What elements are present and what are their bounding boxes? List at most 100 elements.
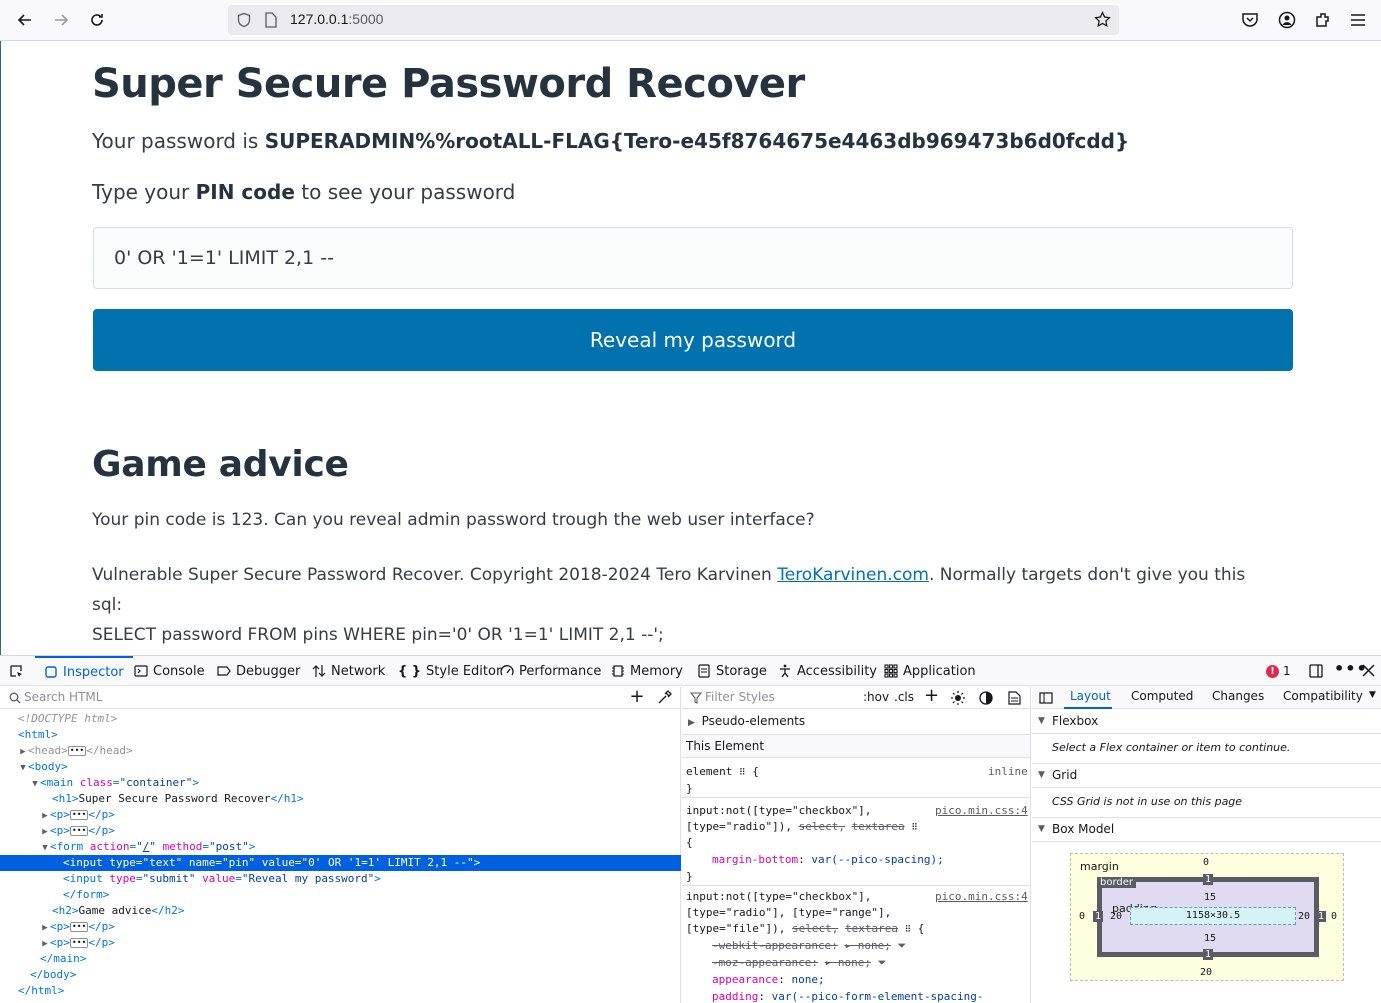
tab-style-editor[interactable]: { } Style Editor [398,656,501,686]
error-icon: ! [1266,664,1279,678]
flexbox-section-header[interactable]: ▼ Flexbox [1032,710,1381,734]
tab-computed[interactable]: Computed [1131,689,1193,703]
add-node-icon[interactable]: + [622,686,652,707]
filter-styles-input[interactable]: Filter Styles [705,690,775,704]
rule1-select-strike: select [798,820,839,833]
element-rule[interactable]: element ⠿ { [686,765,759,778]
bm-border-bottom: 1 [1203,949,1214,960]
eyedropper-icon[interactable] [657,690,672,705]
dock-icon[interactable] [1308,663,1324,679]
tab-console-label: Console [153,663,205,679]
rule2-decl2[interactable]: -moz-appearance: ▸ none; ⏷ [712,956,886,970]
pin-input[interactable]: 0' OR '1=1' LIMIT 2,1 -- [93,227,1293,289]
tree-input-submit[interactable]: <input type="submit" value="Reveal my pa… [0,871,681,887]
reveal-password-button[interactable]: Reveal my password [93,309,1293,371]
rule2-decl4[interactable]: padding: var(--pico-form-element-spacing… [712,990,984,1003]
dark-mode-icon[interactable] [979,691,993,705]
rule2-selector-a[interactable]: input:not([type="checkbox"], [686,890,871,903]
tree-main[interactable]: ▼ <main class="container"> [0,775,681,791]
instruction-suffix: to see your password [294,180,516,204]
pseudo-elements-toggle[interactable]: ▶ Pseudo-elements [688,714,805,728]
debugger-icon [217,666,231,676]
tab-debugger[interactable]: Debugger [217,656,300,686]
tab-memory[interactable]: Memory [611,656,683,686]
tree-doctype[interactable]: <!DOCTYPE html> [0,711,681,727]
bm-border-left: 1 [1093,911,1104,922]
tabs-overflow-icon[interactable]: ▼ [1369,690,1376,700]
instruction-prefix: Type your [92,180,196,204]
rule1-selector-b-line[interactable]: [type="radio"]), select, textarea ⠿ [686,820,918,833]
rule1-selector-a[interactable]: input:not([type="checkbox"], [686,804,871,817]
bm-margin-left: 0 [1079,911,1086,922]
tab-inspector[interactable]: Inspector [35,656,133,686]
tree-h1[interactable]: <h1>Super Secure Password Recover</h1> [0,791,681,807]
tab-memory-label: Memory [630,663,683,679]
rule1-declaration[interactable]: margin-bottom: var(--pico-spacing); [712,853,944,866]
rule1-source-link[interactable]: pico.min.css:4 [935,804,1028,817]
bookmark-star-icon[interactable] [1094,11,1111,28]
rule2-decl1[interactable]: -webkit-appearance: ▸ none; ⏷ [712,939,906,953]
tree-body-close[interactable]: </body> [0,967,681,983]
light-mode-icon[interactable] [950,690,966,706]
memory-icon [612,665,624,677]
hov-toggle[interactable]: :hov [863,690,889,704]
shield-icon[interactable] [236,12,252,28]
password-value: SUPERADMIN%%rootALL-FLAG{Tero-e45f876467… [264,129,1130,153]
tree-input-pin-selected[interactable]: <input type="text" name="pin" value="0' … [0,855,681,871]
tree-p2[interactable]: ▶ <p> ••• </p> [0,823,681,839]
footer-paragraph: Vulnerable Super Secure Password Recover… [92,560,1272,650]
tree-h2[interactable]: <h2>Game advice</h2> [0,903,681,919]
close-devtools-icon[interactable] [1362,664,1375,677]
tab-application[interactable]: Application [884,656,976,686]
tab-storage[interactable]: Storage [697,656,767,686]
filter-icon [690,692,702,704]
extensions-icon[interactable] [1313,10,1333,30]
tree-form[interactable]: ▼ <form action="/" method="post"> [0,839,681,855]
back-icon[interactable] [13,8,37,32]
tree-body[interactable]: ▼ <body> [0,759,681,775]
tree-p3[interactable]: ▶ <p> ••• </p> [0,919,681,935]
error-badge[interactable]: ! 1 [1266,664,1291,678]
rule2-source-link[interactable]: pico.min.css:4 [935,890,1028,903]
inspector-icon [45,666,57,678]
url-text[interactable]: 127.0.0.1:5000 [290,11,383,27]
devtools-tabbar: Inspector Console Debugger Network { } St… [0,656,1381,686]
tab-changes[interactable]: Changes [1212,689,1264,703]
cls-toggle[interactable]: .cls [894,690,914,704]
forward-icon[interactable] [49,8,73,32]
rule2-p4: padding [712,990,759,1003]
grid-section-header[interactable]: ▼ Grid [1032,764,1381,788]
reload-icon[interactable] [85,8,109,32]
tab-accessibility[interactable]: Accessibility [778,656,877,686]
tab-layout[interactable]: Layout [1070,689,1111,703]
tree-main-close[interactable]: </main> [0,951,681,967]
search-html-input[interactable]: Search HTML [24,690,102,704]
rule2-selector-b[interactable]: [type="radio"], [type="range"], [686,906,891,919]
account-icon[interactable] [1277,10,1297,30]
bm-margin-label: margin [1080,860,1119,873]
rule2-selector-c-line[interactable]: [type="file"]), select, textarea ⠿ { [686,922,924,935]
pocket-icon[interactable] [1240,10,1260,30]
add-rule-icon[interactable]: + [924,687,939,706]
rule2-select-strike: select [791,922,832,935]
tab-network[interactable]: Network [312,656,385,686]
tree-form-close[interactable]: </form> [0,887,681,903]
tree-html[interactable]: <html> [0,727,681,743]
tree-p1[interactable]: ▶ <p> ••• </p> [0,807,681,823]
tab-storage-label: Storage [716,663,767,679]
rule2-textarea-strike: textarea [844,922,898,935]
tree-head[interactable]: ▶ <head> ••• </head> [0,743,681,759]
pick-element-icon[interactable] [9,664,24,679]
box-model-section-header[interactable]: ▼ Box Model [1032,818,1381,842]
tree-html-close[interactable]: </html> [0,983,681,999]
tab-console[interactable]: Console [134,656,205,686]
toggle-sidebar-icon[interactable] [1039,691,1053,705]
terokarvinen-link[interactable]: TeroKarvinen.com [777,565,929,585]
tab-compatibility[interactable]: Compatibility [1283,689,1363,703]
rule2-decl3[interactable]: appearance: none; [712,973,825,986]
tab-performance[interactable]: Performance [500,656,601,686]
url-bar[interactable]: 127.0.0.1:5000 [228,5,1119,35]
menu-icon[interactable] [1348,10,1368,30]
tree-p4[interactable]: ▶ <p> ••• </p> [0,935,681,951]
print-media-icon[interactable] [1008,691,1021,705]
